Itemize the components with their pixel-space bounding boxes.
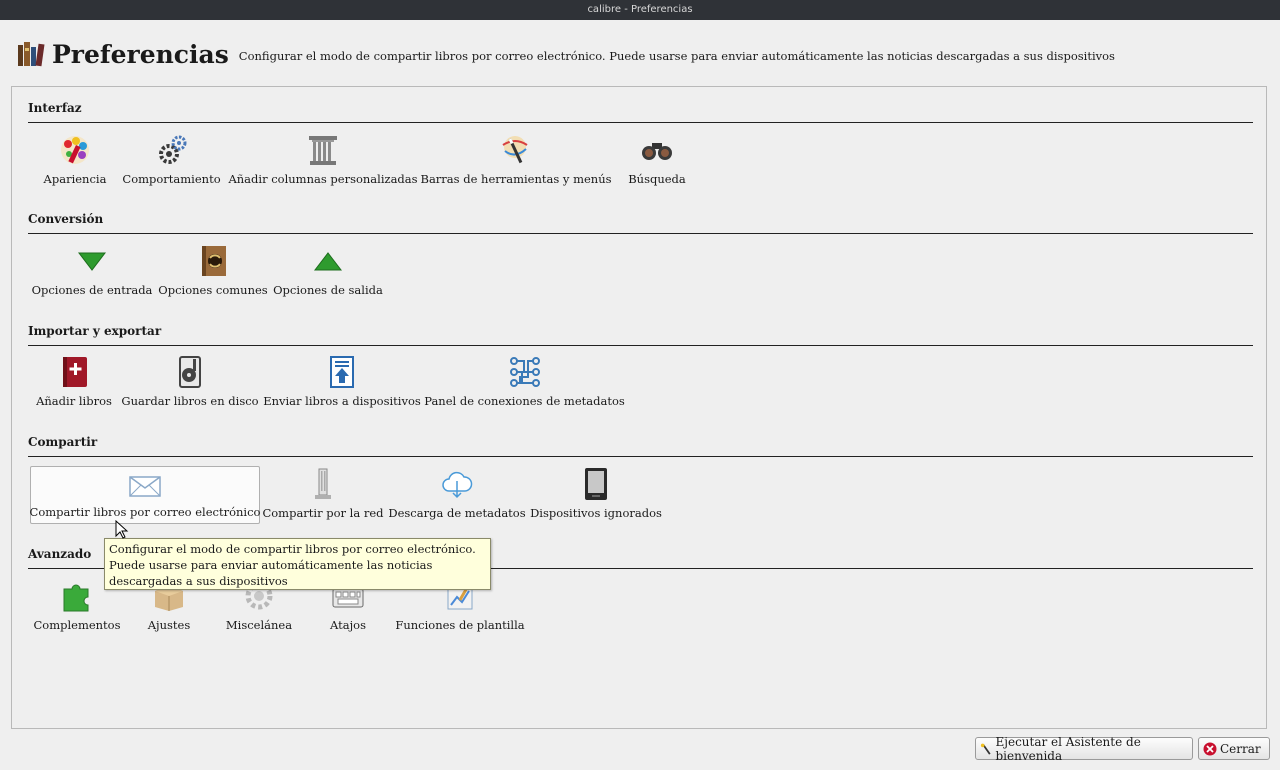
pref-email-sharing[interactable]: Compartir libros por correo electrónico	[30, 466, 260, 524]
section-title-sharing: Compartir	[28, 435, 98, 449]
section-divider	[28, 122, 1253, 123]
pref-input-options[interactable]: Opciones de entrada	[32, 244, 152, 297]
pref-save-to-disk[interactable]: Guardar libros en disco	[121, 355, 259, 408]
pref-label: Panel de conexiones de metadatos	[424, 394, 625, 408]
pref-label: Enviar libros a dispositivos	[263, 394, 421, 408]
add-book-icon	[63, 357, 87, 387]
pref-label: Añadir libros	[36, 394, 112, 408]
calibre-books-icon	[18, 42, 45, 67]
section-divider	[28, 345, 1253, 346]
arrow-down-icon	[77, 252, 107, 271]
pref-metadata-plugboards[interactable]: Panel de conexiones de metadatos	[424, 355, 625, 408]
pref-search[interactable]: Búsqueda	[622, 133, 692, 186]
pref-label: Complementos	[33, 618, 121, 632]
binoculars-icon	[642, 143, 672, 160]
pref-metadata-download[interactable]: Descarga de metadatos	[388, 467, 526, 520]
page-description: Configurar el modo de compartir libros p…	[238, 49, 1115, 63]
send-device-icon	[330, 356, 354, 388]
pref-add-books[interactable]: Añadir libros	[34, 355, 114, 408]
section-title-interfaz: Interfaz	[28, 101, 82, 115]
close-icon	[1203, 742, 1217, 755]
pref-label: Compartir por la red	[262, 506, 384, 520]
button-label: Ejecutar el Asistente de bienvenida	[995, 734, 1141, 763]
pref-label: Ajustes	[147, 618, 191, 632]
book-convert-icon	[202, 246, 226, 276]
section-title-advanced: Avanzado	[28, 547, 92, 561]
pref-label: Comportamiento	[122, 172, 221, 186]
save-disk-icon	[179, 356, 201, 388]
plugboard-icon	[509, 357, 540, 387]
wand-icon	[502, 136, 528, 164]
pref-label: Dispositivos ignorados	[530, 506, 662, 520]
pref-label: Opciones de entrada	[31, 283, 153, 297]
pref-label: Búsqueda	[628, 172, 686, 186]
close-button[interactable]: Cerrar	[1198, 737, 1270, 760]
section-divider	[28, 233, 1253, 234]
reader-device-icon	[585, 468, 607, 500]
pref-label: Opciones de salida	[273, 283, 383, 297]
column-icon	[309, 136, 337, 165]
pref-label: Añadir columnas personalizadas	[228, 172, 418, 186]
pref-toolbars[interactable]: Barras de herramientas y menús	[421, 133, 612, 186]
pref-label: Opciones comunes	[158, 283, 268, 297]
pref-label: Atajos	[330, 618, 366, 632]
wand-icon	[980, 743, 991, 755]
button-label: Cerrar	[1220, 741, 1261, 756]
gears-icon	[158, 135, 186, 164]
pref-label: Descarga de metadatos	[388, 506, 526, 520]
page-header: Preferencias Configurar el modo de compa…	[16, 36, 1115, 72]
mail-icon	[129, 476, 161, 497]
network-icon	[315, 468, 331, 499]
pref-label: Funciones de plantilla	[395, 618, 525, 632]
puzzle-icon	[63, 584, 89, 612]
pref-label: Apariencia	[43, 172, 107, 186]
page-title: Preferencias	[52, 39, 229, 69]
section-divider	[28, 456, 1253, 457]
preferences-panel: Interfaz Apariencia Comportamiento Añadi…	[11, 86, 1267, 729]
window-title: calibre - Preferencias	[587, 4, 693, 15]
pref-label: Barras de herramientas y menús	[420, 172, 612, 186]
section-title-import-export: Importar y exportar	[28, 324, 162, 338]
run-welcome-wizard-button[interactable]: Ejecutar el Asistente de bienvenida	[975, 734, 1193, 763]
pref-network-sharing[interactable]: Compartir por la red	[262, 467, 384, 520]
pref-behavior[interactable]: Comportamiento	[122, 133, 221, 186]
section-title-conversion: Conversión	[28, 212, 104, 226]
pref-send-to-device[interactable]: Enviar libros a dispositivos	[263, 355, 421, 408]
mouse-cursor-icon	[115, 520, 129, 539]
pref-common-options[interactable]: Opciones comunes	[158, 244, 268, 297]
window-titlebar[interactable]: calibre - Preferencias	[0, 0, 1280, 20]
pref-custom-columns[interactable]: Añadir columnas personalizadas	[228, 133, 418, 186]
pref-label: Guardar libros en disco	[121, 394, 259, 408]
pref-appearance[interactable]: Apariencia	[40, 133, 110, 186]
pref-output-options[interactable]: Opciones de salida	[273, 244, 383, 297]
pref-ignored-devices[interactable]: Dispositivos ignorados	[530, 467, 662, 520]
pref-label: Compartir libros por correo electrónico	[29, 505, 261, 519]
tooltip: Configurar el modo de compartir libros p…	[104, 538, 491, 590]
pref-label: Miscelánea	[225, 618, 293, 632]
palette-icon	[61, 136, 89, 164]
cloud-download-icon	[442, 471, 473, 499]
arrow-up-icon	[313, 252, 343, 271]
